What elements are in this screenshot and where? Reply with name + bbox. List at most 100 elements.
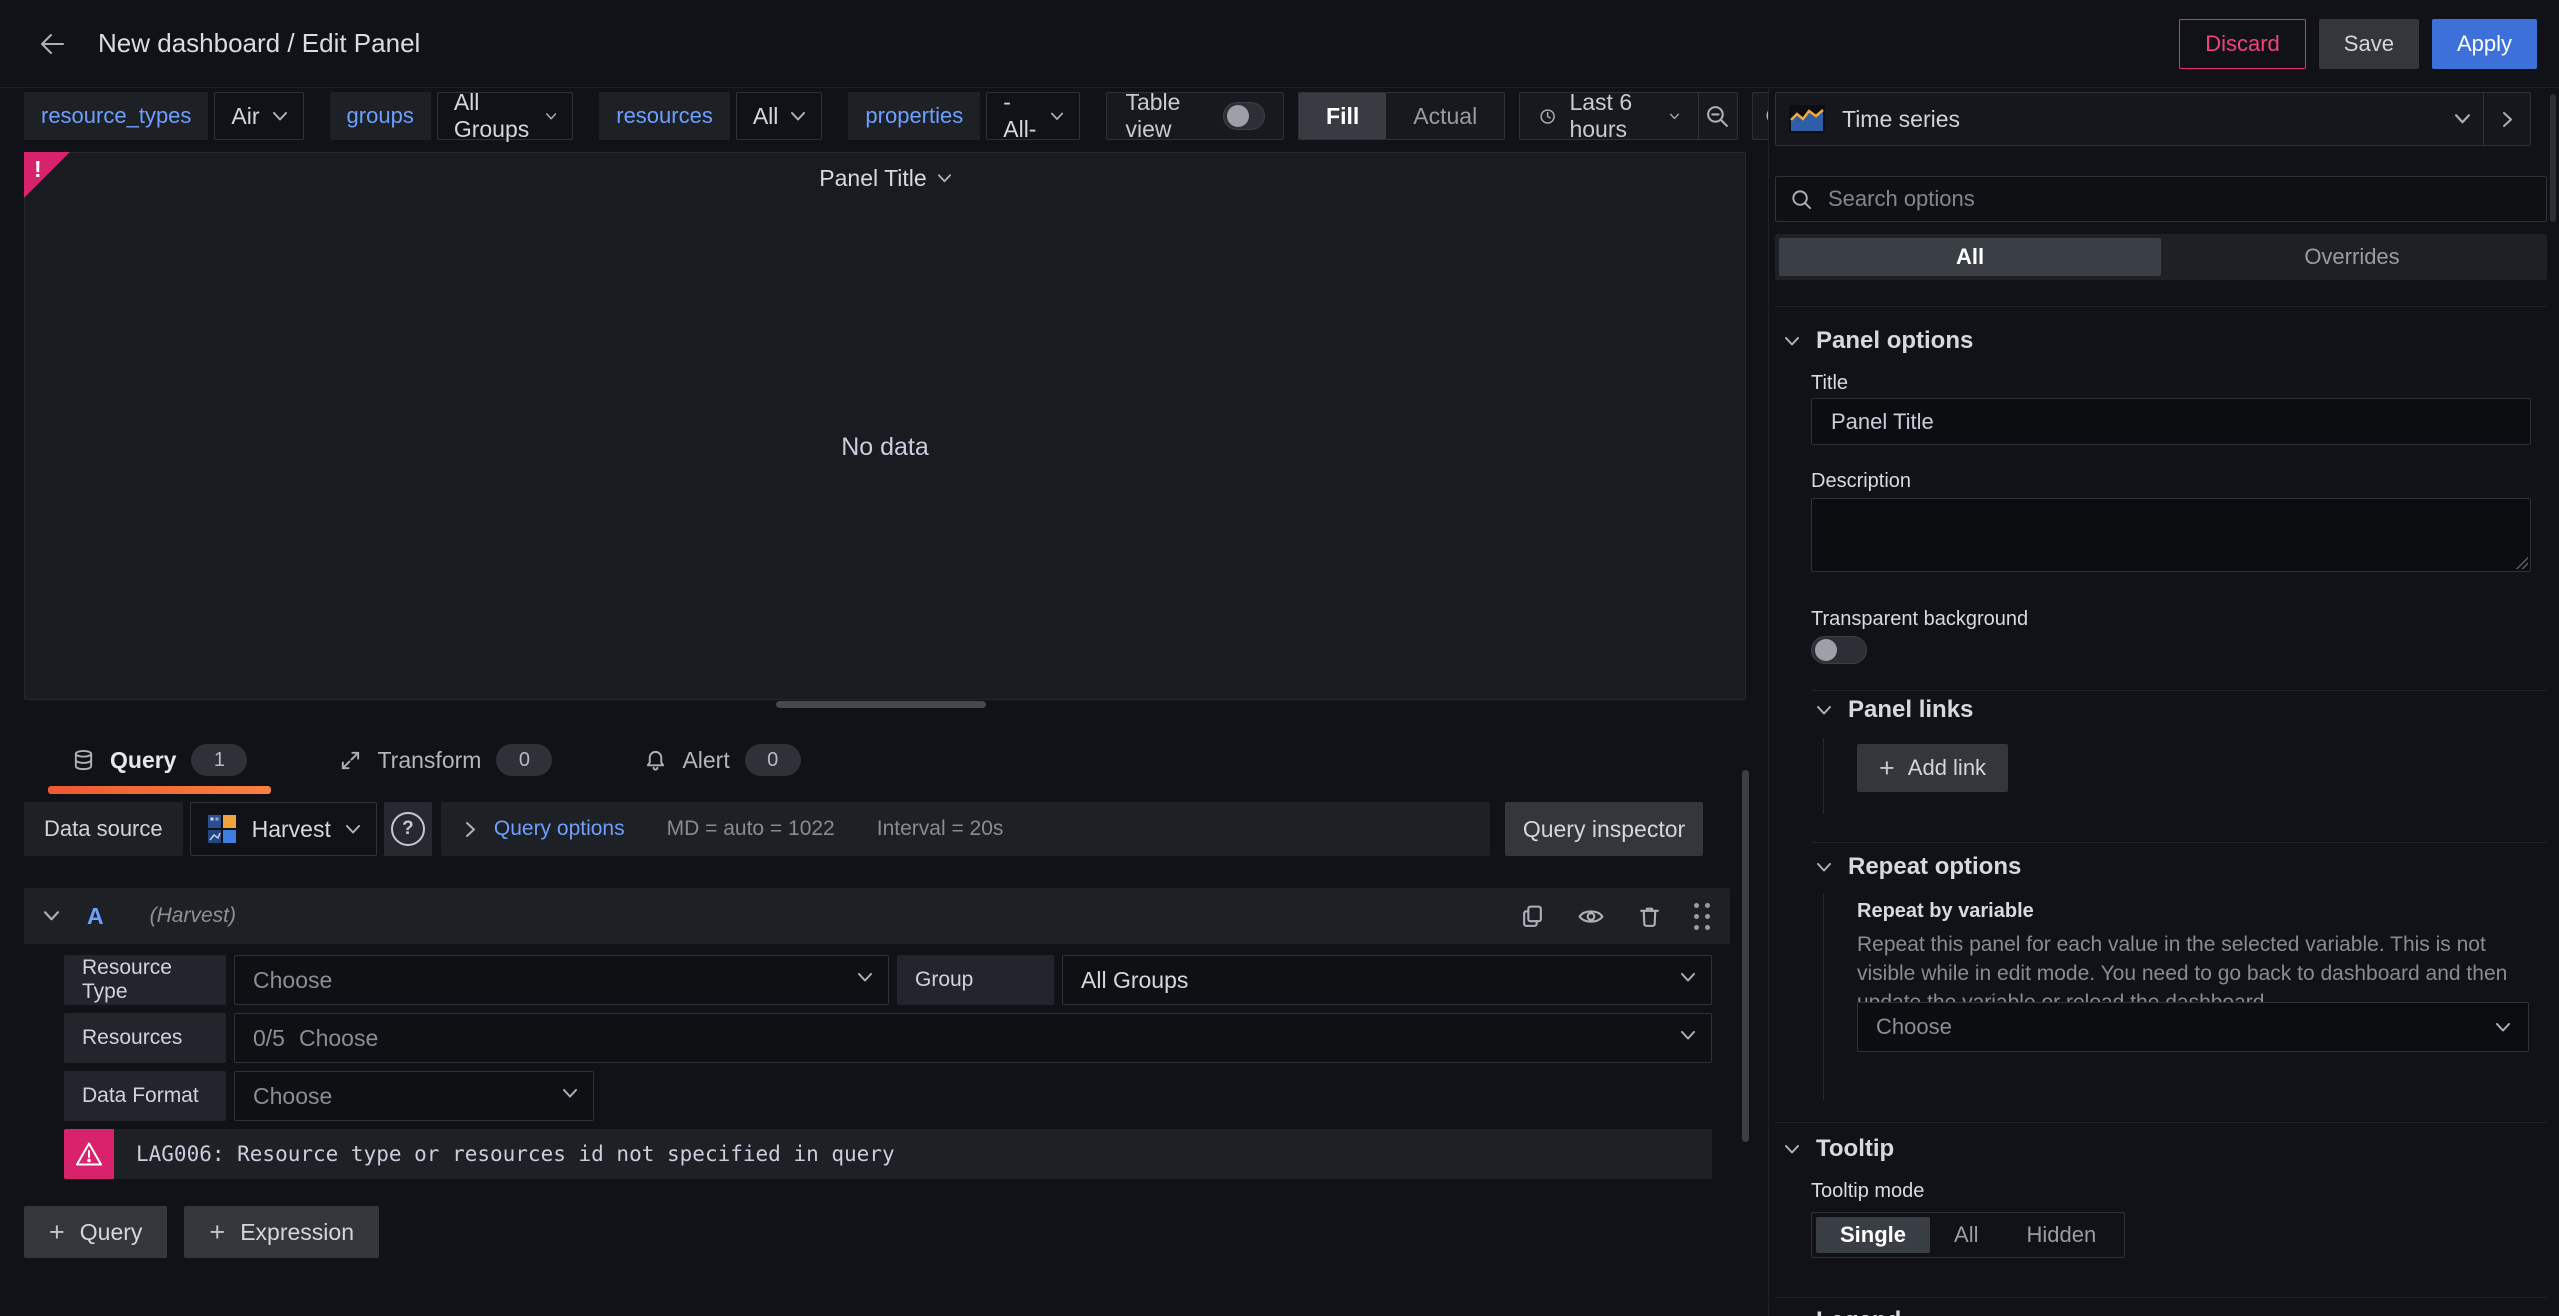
textarea-resize-handle[interactable]: [2516, 557, 2528, 569]
variable-label[interactable]: groups: [329, 92, 431, 140]
tab-query[interactable]: Query 1: [46, 730, 273, 794]
variable-value-dropdown[interactable]: Air: [214, 92, 304, 140]
alert-count-badge: 0: [744, 744, 801, 776]
datasource-row: Data source Harvest ? Query options MD =…: [24, 802, 1746, 856]
chevron-down-icon: [563, 1089, 577, 1098]
options-search: [1775, 176, 2547, 222]
table-view-toggle[interactable]: [1223, 102, 1266, 130]
query-ref-id[interactable]: A: [87, 903, 104, 930]
visualization-select[interactable]: Time series: [1776, 93, 2483, 145]
tooltip-mode-single[interactable]: Single: [1816, 1217, 1931, 1253]
template-variables: resource_types Air groups All Groups res…: [24, 89, 1106, 142]
time-range-button[interactable]: Last 6 hours: [1520, 89, 1698, 142]
actual-option[interactable]: Actual: [1386, 93, 1504, 139]
trash-icon[interactable]: [1637, 904, 1662, 929]
repeat-variable-select[interactable]: Choose: [1857, 1002, 2529, 1052]
variable-value-dropdown[interactable]: All: [735, 92, 823, 140]
drag-handle-icon[interactable]: [1694, 902, 1710, 930]
query-inspector-button[interactable]: Query inspector: [1505, 802, 1703, 856]
zoom-out-time-button[interactable]: [1697, 93, 1737, 139]
section-panel-links[interactable]: Panel links: [1817, 695, 1973, 725]
chevron-down-icon: [858, 973, 872, 982]
discard-button[interactable]: Discard: [2179, 18, 2306, 69]
table-view-label: Table view: [1125, 89, 1181, 142]
tooltip-mode-all[interactable]: All: [1930, 1217, 2002, 1253]
variable-groups: groups All Groups: [329, 89, 574, 142]
chevron-down-icon: [2455, 114, 2470, 124]
toolbar-controls: Table view Fill Actual Last 6 hours: [1106, 89, 1804, 142]
repeat-by-variable-label: Repeat by variable: [1857, 900, 2034, 922]
collapse-chevron-icon[interactable]: [44, 911, 59, 921]
query-row-actions: [1520, 902, 1710, 930]
description-field-label: Description: [1811, 470, 1912, 492]
tooltip-mode-label: Tooltip mode: [1811, 1180, 1925, 1202]
chevron-down-icon: [1785, 336, 1799, 345]
max-datapoints-info: MD = auto = 1022: [666, 817, 835, 840]
variable-label[interactable]: resource_types: [24, 92, 209, 140]
save-button[interactable]: Save: [2318, 18, 2419, 69]
panel-title-input[interactable]: [1829, 407, 2513, 436]
datasource-help-button[interactable]: ?: [383, 802, 432, 856]
variable-value-dropdown[interactable]: -All-: [986, 89, 1081, 142]
variable-resource-types: resource_types Air: [24, 92, 304, 140]
datasource-picker[interactable]: Harvest: [189, 802, 377, 856]
description-textarea[interactable]: [1829, 509, 2513, 563]
back-button[interactable]: [30, 22, 74, 66]
divider: [1775, 1122, 2547, 1123]
resource-type-label: Resource Type: [64, 955, 226, 1005]
interval-info: Interval = 20s: [876, 817, 1004, 840]
section-legend[interactable]: Legend: [1785, 1306, 1901, 1316]
search-options-input[interactable]: [1826, 185, 2532, 213]
tab-overrides[interactable]: Overrides: [2161, 238, 2543, 276]
duplicate-icon[interactable]: [1520, 904, 1545, 929]
collapse-options-pane-button[interactable]: [2483, 93, 2530, 145]
divider: [1775, 1297, 2547, 1298]
add-link-button[interactable]: + Add link: [1857, 744, 2009, 792]
variable-value-dropdown[interactable]: All Groups: [436, 89, 574, 142]
visualization-name: Time series: [1842, 105, 1960, 132]
resources-label: Resources: [64, 1013, 226, 1063]
pane-resize-handle[interactable]: [776, 701, 986, 708]
variable-properties: properties -All-: [848, 89, 1081, 142]
section-repeat-options[interactable]: Repeat options: [1817, 852, 2021, 882]
toggle-knob: [1815, 639, 1837, 661]
header-bar: New dashboard / Edit Panel Discard Save …: [0, 0, 2559, 88]
tab-transform[interactable]: Transform 0: [313, 730, 578, 790]
transparent-background-toggle[interactable]: [1811, 636, 1867, 664]
fill-actual-switch: Fill Actual: [1298, 92, 1506, 140]
variable-label[interactable]: resources: [599, 92, 730, 140]
section-tooltip[interactable]: Tooltip: [1785, 1134, 1894, 1164]
add-expression-button[interactable]: + Expression: [184, 1206, 379, 1258]
resources-select[interactable]: 0/5 Choose: [234, 1013, 1712, 1063]
chevron-down-icon: [2496, 1022, 2510, 1031]
no-data-message: No data: [841, 433, 929, 461]
tab-all-options[interactable]: All: [1779, 238, 2161, 276]
section-guide-line: [1823, 894, 1824, 1100]
fill-option[interactable]: Fill: [1299, 93, 1387, 139]
tab-alert[interactable]: Alert 0: [618, 730, 826, 790]
data-format-label: Data Format: [64, 1071, 226, 1121]
time-picker: Last 6 hours: [1519, 89, 1738, 142]
left-pane-scrollbar[interactable]: [1742, 770, 1749, 1142]
divider: [1811, 690, 2547, 691]
bell-icon: [647, 750, 665, 771]
group-select[interactable]: All Groups: [1062, 955, 1712, 1005]
resource-type-select[interactable]: Choose: [234, 955, 889, 1005]
add-query-button[interactable]: + Query: [24, 1206, 168, 1258]
variable-label[interactable]: properties: [848, 92, 981, 140]
chevron-down-icon: [1051, 112, 1064, 120]
options-scrollbar[interactable]: [2550, 94, 2556, 222]
panel-error-corner[interactable]: [24, 152, 70, 198]
resource-type-row: Resource Type Choose Group All Groups: [64, 955, 1712, 1005]
query-options-toggle[interactable]: Query options: [494, 817, 625, 841]
query-editor-body: Resource Type Choose Group All Groups Re…: [24, 944, 1730, 1179]
chevron-down-icon: [1681, 1031, 1695, 1040]
tooltip-mode-hidden[interactable]: Hidden: [2002, 1217, 2120, 1253]
data-format-select[interactable]: Choose: [234, 1071, 594, 1121]
divider: [1775, 306, 2547, 307]
eye-icon[interactable]: [1577, 904, 1605, 929]
apply-button[interactable]: Apply: [2431, 18, 2537, 69]
panel-title-menu[interactable]: Panel Title: [25, 153, 1745, 203]
section-panel-options[interactable]: Panel options: [1785, 326, 1973, 356]
resources-count: 0/5: [253, 1024, 285, 1051]
